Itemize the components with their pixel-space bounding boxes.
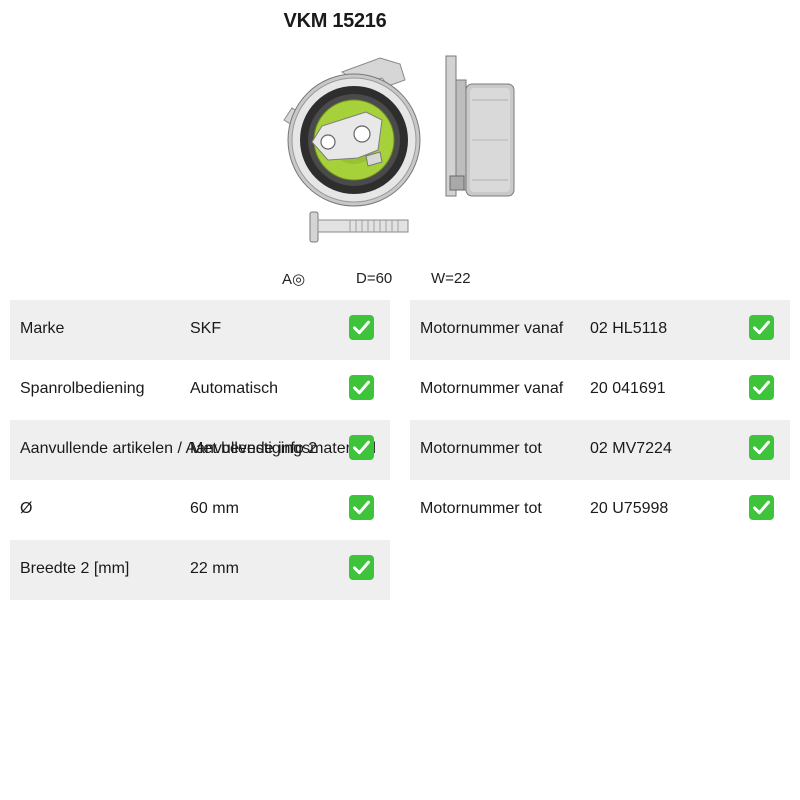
attribute-value: 20 U75998 <box>590 500 669 517</box>
attribute-label: Motornummer tot <box>420 500 542 517</box>
check-icon <box>749 435 774 460</box>
spec-diameter: D=60 <box>356 270 393 287</box>
check-icon <box>749 315 774 340</box>
check-icon <box>349 315 374 340</box>
check-icon <box>349 435 374 460</box>
attribute-value: SKF <box>190 320 222 337</box>
attribute-row-motornummer-tot-1: Motornummer tot 02 MV7224 <box>410 420 790 480</box>
attribute-label: Ø <box>20 500 33 517</box>
attribute-value: 02 HL5118 <box>590 320 668 337</box>
product-title: VKM 15216 <box>283 10 387 32</box>
attribute-value: 20 041691 <box>590 380 666 397</box>
check-icon <box>349 495 374 520</box>
check-icon <box>349 555 374 580</box>
attribute-value: 22 mm <box>190 560 239 577</box>
attribute-value: 02 MV7224 <box>590 440 672 457</box>
check-icon <box>749 375 774 400</box>
attribute-row-marke: Marke SKF <box>10 300 390 360</box>
spec-a: A◎ <box>282 271 306 288</box>
attribute-label: Motornummer vanaf <box>420 380 564 397</box>
product-image <box>270 50 530 250</box>
attribute-row-aanvullende-artikelen: Aanvullende artikelen / Aanvullende info… <box>10 420 390 480</box>
attribute-label: Breedte 2 [mm] <box>20 560 130 577</box>
attribute-row-motornummer-vanaf-2: Motornummer vanaf 20 041691 <box>410 360 790 420</box>
attribute-row-motornummer-tot-2: Motornummer tot 20 U75998 <box>410 480 790 540</box>
attribute-value: Automatisch <box>190 380 279 397</box>
attribute-value: 60 mm <box>190 500 239 517</box>
attribute-value: Met bevestigingsmateriaal <box>190 440 376 457</box>
check-icon <box>349 375 374 400</box>
attribute-label: Spanrolbediening <box>20 380 145 397</box>
attribute-label: Motornummer vanaf <box>420 320 564 337</box>
attribute-label: Motornummer tot <box>420 440 542 457</box>
attribute-label: Marke <box>20 320 65 337</box>
check-icon <box>749 495 774 520</box>
attribute-row-breedte: Breedte 2 [mm] 22 mm <box>10 540 390 600</box>
left-attributes-table: Marke SKF Spanrolbediening Automatisch A… <box>10 300 390 600</box>
attribute-row-diameter: Ø 60 mm <box>10 480 390 540</box>
spec-width: W=22 <box>431 270 471 287</box>
attribute-row-spanrolbediening: Spanrolbediening Automatisch <box>10 360 390 420</box>
attribute-row-motornummer-vanaf-1: Motornummer vanaf 02 HL5118 <box>410 300 790 360</box>
right-attributes-table: Motornummer vanaf 02 HL5118 Motornummer … <box>410 300 790 540</box>
tensioner-pulley-illustration <box>283 55 515 243</box>
